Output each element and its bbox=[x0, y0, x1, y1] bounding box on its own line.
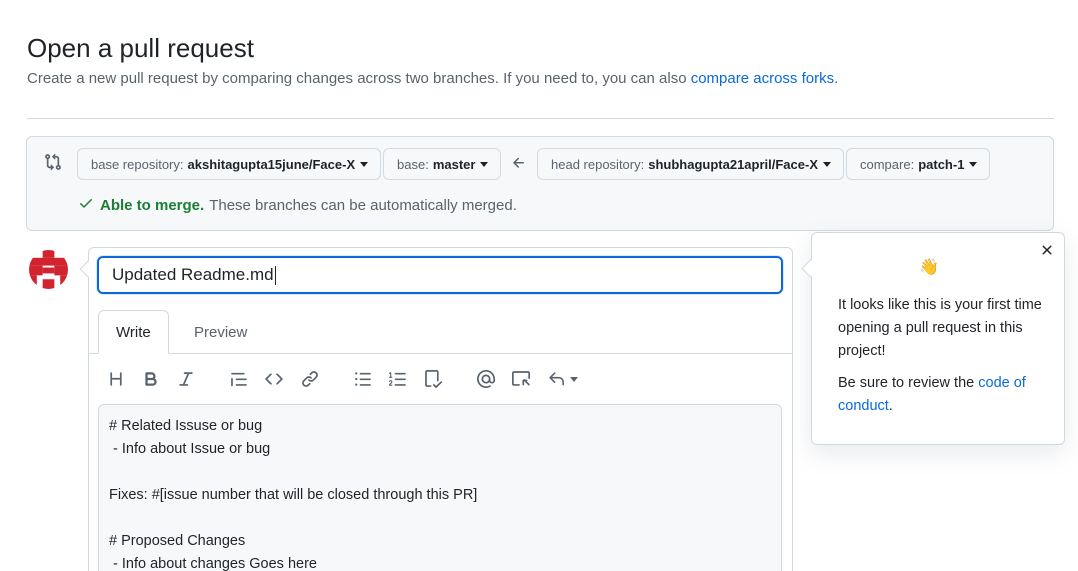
link-icon[interactable] bbox=[300, 369, 320, 389]
code-icon[interactable] bbox=[264, 369, 284, 389]
base-branch-value: master bbox=[432, 156, 476, 172]
bold-icon[interactable] bbox=[141, 369, 161, 389]
compare-across-forks-link[interactable]: compare across forks bbox=[691, 70, 834, 87]
head-repository-value: shubhagupta21april/Face-X bbox=[648, 156, 818, 172]
base-repository-value: akshitagupta15june/Face-X bbox=[187, 156, 356, 172]
compare-branch-label: compare: bbox=[860, 156, 915, 172]
popover-message: It looks like this is your first time op… bbox=[838, 297, 1042, 359]
base-repository-select[interactable]: base repository: akshitagupta15june/Face-… bbox=[77, 148, 382, 180]
popover-note-end: . bbox=[888, 398, 893, 414]
chevron-down-icon bbox=[823, 161, 831, 167]
page-title: Open a pull request bbox=[27, 33, 254, 63]
italic-icon[interactable] bbox=[176, 369, 196, 389]
pr-body-textarea[interactable]: # Related Issuse or bug - Info about Iss… bbox=[98, 404, 782, 571]
chevron-down-icon bbox=[969, 161, 978, 167]
chevron-down-icon bbox=[480, 161, 489, 167]
subtitle-end: . bbox=[834, 70, 839, 87]
base-branch-label: base: bbox=[397, 156, 429, 172]
base-repository-label: base repository: bbox=[91, 156, 184, 172]
head-repository-select[interactable]: head repository: shubhagupta21april/Face-… bbox=[537, 148, 844, 180]
mention-icon[interactable] bbox=[476, 369, 496, 389]
tab-preview[interactable]: Preview bbox=[177, 310, 264, 354]
merge-status: Able to merge. These branches can be aut… bbox=[78, 195, 517, 215]
unordered-list-icon[interactable] bbox=[353, 369, 373, 389]
tab-write[interactable]: Write bbox=[98, 310, 169, 354]
avatar[interactable] bbox=[29, 250, 68, 289]
ordered-list-icon[interactable] bbox=[388, 369, 408, 389]
heading-icon[interactable] bbox=[106, 369, 126, 389]
git-compare-icon bbox=[44, 153, 62, 171]
chevron-down-icon bbox=[360, 161, 369, 167]
merge-status-text: These branches can be automatically merg… bbox=[209, 196, 517, 214]
chevron-down-icon bbox=[570, 376, 578, 382]
pr-title-value: Updated Readme.md bbox=[112, 265, 274, 284]
base-branch-select[interactable]: base: master bbox=[383, 148, 502, 180]
merge-ok-label: Able to merge. bbox=[100, 196, 205, 214]
pr-title-input[interactable]: Updated Readme.md bbox=[97, 256, 783, 294]
wave-icon: 👋 bbox=[919, 259, 939, 276]
popover-code-of-conduct-note: Be sure to review the code of conduct. bbox=[838, 372, 1053, 418]
close-icon[interactable] bbox=[1038, 241, 1056, 259]
popover-note-text: Be sure to review the bbox=[838, 375, 979, 391]
head-repository-label: head repository: bbox=[551, 156, 645, 172]
compare-branch-value: patch-1 bbox=[918, 156, 965, 172]
text-cursor bbox=[274, 265, 276, 285]
page-subtitle: Create a new pull request by comparing c… bbox=[27, 70, 838, 87]
quote-icon[interactable] bbox=[229, 369, 249, 389]
compare-branch-select[interactable]: compare: patch-1 bbox=[846, 148, 991, 180]
divider bbox=[27, 118, 1054, 119]
subtitle-text: Create a new pull request by comparing c… bbox=[27, 70, 691, 87]
reference-icon[interactable] bbox=[511, 369, 531, 389]
check-icon bbox=[78, 195, 94, 215]
task-list-icon[interactable] bbox=[423, 369, 443, 389]
reply-icon[interactable] bbox=[548, 369, 578, 389]
arrow-left-icon bbox=[511, 155, 527, 171]
